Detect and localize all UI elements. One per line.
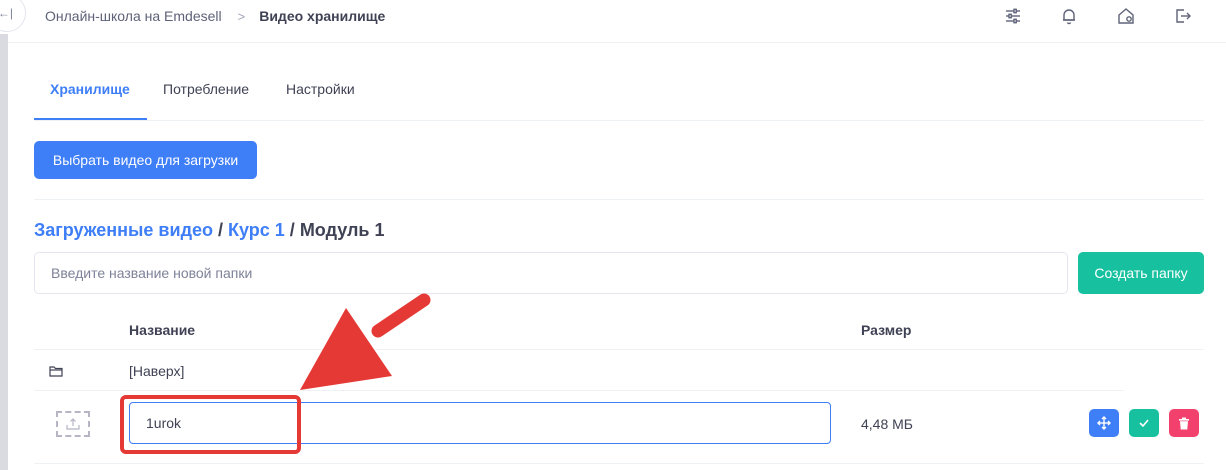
file-size: 4,48 МБ — [861, 416, 913, 432]
sidebar-collapse-button[interactable]: ←| — [0, 0, 26, 32]
collapse-arrow-icon: ←| — [0, 6, 13, 20]
tab-consumption[interactable]: Потребление — [163, 81, 249, 97]
tab-storage[interactable]: Хранилище — [50, 81, 130, 97]
top-bar: ←| Онлайн-школа на Emdesell > Видео хран… — [0, 0, 1226, 43]
path-sep-1: / — [213, 220, 229, 240]
tab-settings[interactable]: Настройки — [286, 81, 355, 97]
path-course-link[interactable]: Курс 1 — [228, 220, 285, 240]
upload-icon — [66, 418, 80, 430]
bell-icon[interactable] — [1059, 6, 1079, 26]
move-file-button[interactable] — [1089, 409, 1119, 437]
path-sep-2: / — [284, 220, 300, 240]
files-table: Название Размер [Наверх] 4,48 М — [34, 308, 1204, 464]
up-folder-link[interactable]: [Наверх] — [129, 363, 184, 379]
home-settings-icon[interactable] — [1116, 6, 1136, 26]
breadcrumb-current: Видео хранилище — [259, 8, 386, 24]
table-row-up[interactable]: [Наверх] — [34, 350, 1124, 391]
column-header-size: Размер — [861, 322, 912, 338]
file-rename-input[interactable] — [129, 402, 831, 444]
select-video-upload-button[interactable]: Выбрать видео для загрузки — [34, 141, 257, 179]
logout-icon[interactable] — [1173, 6, 1193, 26]
table-header: Название Размер — [34, 308, 1204, 350]
main-content: Хранилище Потребление Настройки Выбрать … — [34, 43, 1204, 464]
video-thumbnail-placeholder — [56, 411, 90, 437]
sliders-icon[interactable] — [1003, 6, 1023, 26]
checkmark-icon — [1139, 419, 1149, 428]
delete-file-button[interactable] — [1169, 409, 1199, 437]
tabs: Хранилище Потребление Настройки — [34, 43, 1204, 121]
page: ←| Онлайн-школа на Emdesell > Видео хран… — [0, 0, 1226, 470]
folder-icon — [49, 364, 63, 377]
breadcrumb-separator: > — [237, 8, 246, 24]
breadcrumb: Онлайн-школа на Emdesell > Видео хранили… — [45, 8, 385, 24]
table-row: 4,48 МБ — [34, 391, 1204, 464]
active-tab-indicator — [34, 118, 147, 120]
trash-icon — [1179, 417, 1189, 429]
folder-path: Загруженные видео / Курс 1 / Модуль 1 — [34, 220, 385, 241]
path-current-module: Модуль 1 — [299, 220, 385, 240]
left-sidebar-strip — [0, 34, 8, 470]
path-root-link[interactable]: Загруженные видео — [34, 220, 213, 240]
new-folder-name-input[interactable] — [34, 252, 1068, 294]
confirm-rename-button[interactable] — [1129, 409, 1159, 437]
create-folder-button[interactable]: Создать папку — [1078, 252, 1204, 294]
breadcrumb-root-link[interactable]: Онлайн-школа на Emdesell — [45, 8, 222, 24]
divider — [34, 199, 1204, 200]
column-header-name: Название — [129, 322, 196, 338]
move-arrows-icon — [1097, 416, 1111, 430]
